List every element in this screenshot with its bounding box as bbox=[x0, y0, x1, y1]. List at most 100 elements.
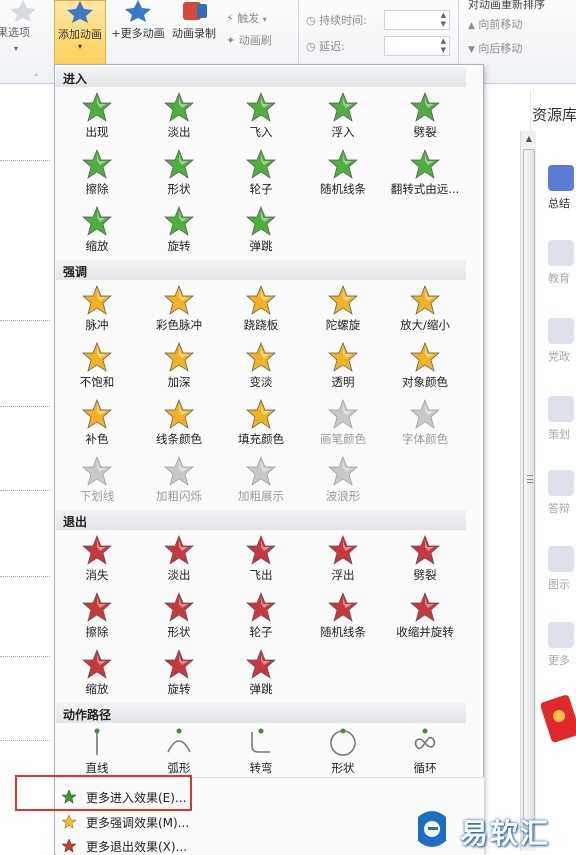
spinner-icon[interactable]: ▲ ▼ bbox=[441, 37, 446, 55]
animation-effect-label: 消失 bbox=[85, 568, 109, 582]
animation-effect-item[interactable]: 消失 bbox=[56, 530, 138, 587]
animation-effect-item[interactable]: 彩色脉冲 bbox=[138, 280, 220, 337]
animation-effect-label: 不饱和 bbox=[79, 375, 115, 389]
animation-effect-item[interactable]: 补色 bbox=[56, 394, 138, 451]
more-animation-button[interactable]: +更多动画 bbox=[110, 0, 166, 41]
scroll-up-icon[interactable]: ▲ bbox=[521, 131, 537, 147]
animation-effect-label: 补色 bbox=[85, 432, 109, 446]
animation-brush-button[interactable]: ✦ 动画刷 bbox=[226, 32, 272, 48]
animation-effect-item[interactable]: 不饱和 bbox=[56, 337, 138, 394]
animation-effect-item[interactable]: 轮子 bbox=[220, 587, 302, 644]
motion-path-icon bbox=[414, 728, 436, 750]
dialog-launcher-icon[interactable]: ⌟ bbox=[34, 68, 38, 77]
duration-input[interactable]: ▲ ▼ bbox=[384, 10, 450, 30]
spinner-icon[interactable]: ▲ ▼ bbox=[441, 11, 446, 29]
resource-item[interactable]: 策划 bbox=[548, 396, 576, 442]
animation-effect-item[interactable]: 翻转式由远... bbox=[384, 144, 466, 201]
scrollbar[interactable]: ▲ bbox=[520, 131, 536, 851]
animation-effect-item[interactable]: 擦除 bbox=[56, 587, 138, 644]
effect-star-icon bbox=[410, 285, 440, 315]
animation-effect-item[interactable]: 弧形 bbox=[138, 723, 220, 780]
animation-effect-item[interactable]: 陀螺旋 bbox=[302, 280, 384, 337]
animation-effect-item[interactable]: 转弯 bbox=[220, 723, 302, 780]
resource-item[interactable]: 图示 bbox=[548, 546, 576, 592]
animation-effect-item[interactable]: 放大/缩小 bbox=[384, 280, 466, 337]
effect-options-label: 效果选项 bbox=[0, 26, 30, 39]
dotted-guide bbox=[0, 656, 50, 657]
animation-effect-item[interactable]: 循环 bbox=[384, 723, 466, 780]
animation-effect-item[interactable]: 弹跳 bbox=[220, 644, 302, 701]
resource-item[interactable]: 党政 bbox=[548, 318, 576, 364]
animation-effect-item[interactable]: 填充颜色 bbox=[220, 394, 302, 451]
dotted-guide bbox=[0, 320, 50, 321]
animation-effect-item[interactable]: 飞入 bbox=[220, 87, 302, 144]
animation-effect-item[interactable]: 直线 bbox=[56, 723, 138, 780]
animation-effect-item[interactable]: 随机线条 bbox=[302, 587, 384, 644]
resource-category-icon bbox=[548, 546, 574, 572]
resource-category-icon bbox=[548, 165, 574, 191]
animation-effect-item[interactable]: 飞出 bbox=[220, 530, 302, 587]
animation-effect-item[interactable]: 旋转 bbox=[138, 644, 220, 701]
effect-star-icon bbox=[246, 592, 276, 622]
animation-effect-item[interactable]: 加深 bbox=[138, 337, 220, 394]
animation-effect-item[interactable]: 脉冲 bbox=[56, 280, 138, 337]
animation-record-button[interactable]: 动画录制 bbox=[168, 0, 220, 41]
section-header: 动作路径 bbox=[56, 703, 466, 723]
animation-effect-item[interactable]: 浮入 bbox=[302, 87, 384, 144]
animation-effect-item[interactable]: 变淡 bbox=[220, 337, 302, 394]
add-animation-button[interactable]: 添加动画 ▾ bbox=[54, 0, 106, 68]
effect-star-icon bbox=[164, 149, 194, 179]
animation-effect-item[interactable]: 线条颜色 bbox=[138, 394, 220, 451]
effect-star-icon bbox=[82, 399, 112, 429]
animation-effect-item[interactable]: 劈裂 bbox=[384, 87, 466, 144]
animation-effect-item[interactable]: 缩放 bbox=[56, 201, 138, 258]
animation-effect-label: 轮子 bbox=[249, 625, 273, 639]
animation-effect-item[interactable]: 形状 bbox=[138, 587, 220, 644]
animation-effect-item[interactable]: 淡出 bbox=[138, 87, 220, 144]
animation-effect-item[interactable]: 收缩并旋转 bbox=[384, 587, 466, 644]
motion-path-icon bbox=[330, 728, 356, 756]
animation-effect-item[interactable]: 形状 bbox=[138, 144, 220, 201]
animation-effect-item[interactable]: 出现 bbox=[56, 87, 138, 144]
more-emphasis-effects-item[interactable]: 更多强调效果(M)... bbox=[86, 814, 189, 831]
animation-effect-item[interactable]: 弹跳 bbox=[220, 201, 302, 258]
animation-effect-item[interactable]: 随机线条 bbox=[302, 144, 384, 201]
animation-effect-item[interactable]: 透明 bbox=[302, 337, 384, 394]
resource-item[interactable]: 总结 bbox=[548, 165, 576, 211]
animation-effect-item[interactable]: 旋转 bbox=[138, 201, 220, 258]
effect-star-icon bbox=[328, 535, 358, 565]
resource-item[interactable]: 更多 bbox=[548, 622, 576, 668]
red-envelope-icon[interactable] bbox=[541, 690, 576, 745]
animation-effect-item[interactable]: 淡出 bbox=[138, 530, 220, 587]
dotted-guide bbox=[0, 490, 50, 491]
effect-options-button[interactable]: 效果选项 ▾ bbox=[0, 0, 46, 84]
animation-effect-item[interactable]: 对象颜色 bbox=[384, 337, 466, 394]
dotted-guide bbox=[0, 406, 50, 407]
effect-star-icon bbox=[82, 206, 112, 236]
scroll-thumb[interactable] bbox=[523, 149, 535, 839]
more-exit-effects-item[interactable]: 更多退出效果(X)... bbox=[86, 838, 187, 855]
move-later-button[interactable]: ▼ 向后移动 bbox=[468, 40, 522, 56]
animation-effect-item[interactable]: 轮子 bbox=[220, 144, 302, 201]
delay-input[interactable]: ▲ ▼ bbox=[384, 36, 450, 56]
slide-canvas[interactable] bbox=[0, 84, 54, 855]
resource-item[interactable]: 教育 bbox=[548, 240, 576, 286]
effect-star-icon bbox=[164, 649, 194, 679]
animation-effect-label: 画笔颜色 bbox=[320, 432, 366, 446]
animation-effect-item[interactable]: 形状 bbox=[302, 723, 384, 780]
move-earlier-button[interactable]: ▲ 向前移动 bbox=[468, 16, 522, 32]
animation-effect-item[interactable]: 浮出 bbox=[302, 530, 384, 587]
animation-effect-label: 缩放 bbox=[85, 239, 109, 253]
animation-effect-label: 翻转式由远... bbox=[390, 182, 460, 196]
star-icon bbox=[10, 0, 36, 22]
animation-brush-label: 动画刷 bbox=[238, 34, 272, 47]
animation-effect-item[interactable]: 劈裂 bbox=[384, 530, 466, 587]
more-exit-effects-label: 更多退出效果(X)... bbox=[86, 840, 188, 854]
resource-item[interactable]: 答辩 bbox=[548, 470, 576, 516]
animation-effect-item[interactable]: 擦除 bbox=[56, 144, 138, 201]
animation-effect-item[interactable]: 跷跷板 bbox=[220, 280, 302, 337]
trigger-button[interactable]: ⚡ 触发 ▾ bbox=[226, 10, 267, 26]
effect-star-icon bbox=[328, 342, 358, 372]
effect-star-icon bbox=[246, 149, 276, 179]
animation-effect-item[interactable]: 缩放 bbox=[56, 644, 138, 701]
